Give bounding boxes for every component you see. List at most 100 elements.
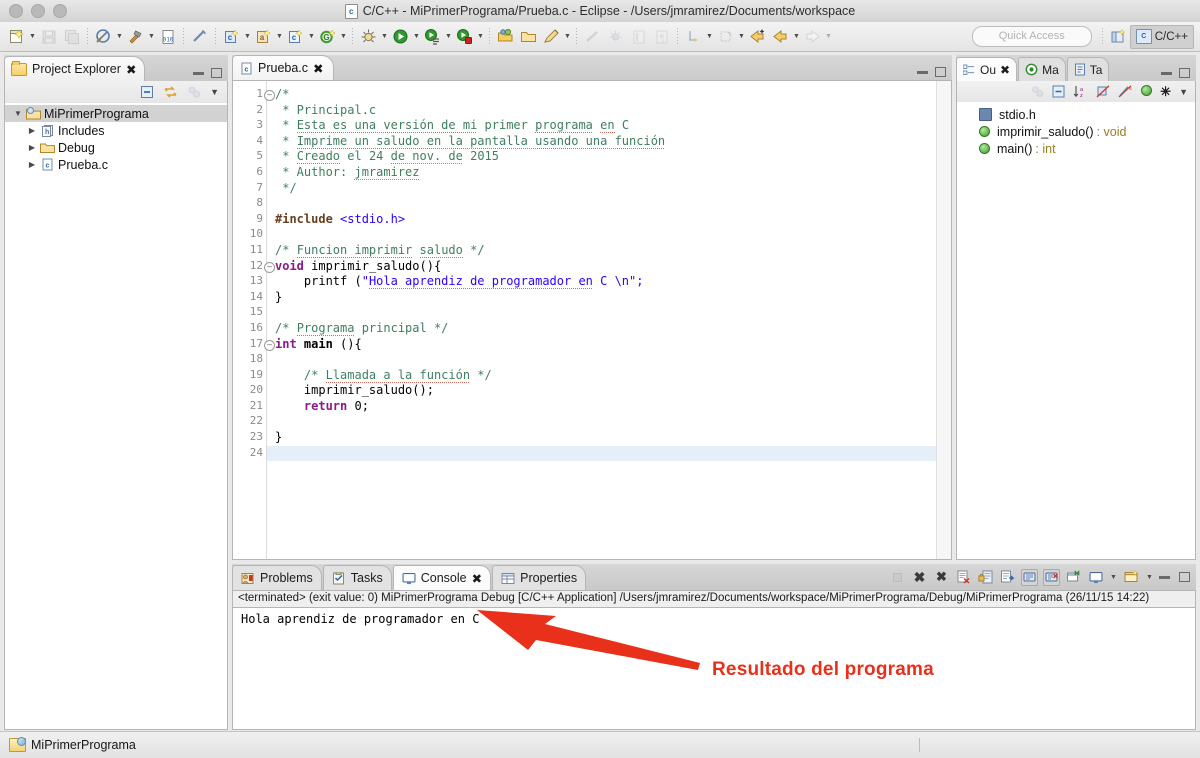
tree-item-prueba-c[interactable]: ▶ c Prueba.c [5,156,227,173]
view-menu-icon[interactable]: ▼ [210,87,219,97]
terminate-icon[interactable] [889,569,906,586]
display-console-dropdown-arrow[interactable]: ▼ [1109,567,1118,587]
tree-item-debug[interactable]: ▶ Debug [5,139,227,156]
new-c-file-icon[interactable]: c [285,26,306,47]
display-selected-console-icon[interactable] [1087,569,1104,586]
code-line[interactable]: /* Funcion imprimir saludo */ [275,242,951,259]
code-line[interactable]: * Author: jmramirez [275,164,951,181]
code-line[interactable]: /* Llamada a la función */ [275,367,951,384]
show-console-on-error-icon[interactable] [1043,568,1060,586]
code-line[interactable]: } [275,430,951,446]
run-icon[interactable] [390,26,411,47]
tab-prueba-c[interactable]: c Prueba.c ✖ [232,55,334,80]
forward-dropdown-arrow[interactable]: ▼ [824,27,833,47]
pin-console-icon[interactable] [1065,569,1082,586]
open-console-dropdown-arrow[interactable]: ▼ [1145,567,1154,587]
code-line[interactable]: } [275,290,951,306]
open-folder-icon[interactable] [518,26,539,47]
new-class-icon[interactable]: G [317,26,338,47]
new-folder-dropdown-arrow[interactable]: ▼ [275,27,284,47]
code-line[interactable] [275,305,951,321]
code-line[interactable]: int main (){ [275,337,951,353]
code-line[interactable]: */ [275,181,951,197]
previous-annotation-dropdown-arrow[interactable]: ▼ [737,27,746,47]
close-icon[interactable]: ✖ [126,62,136,77]
code-line[interactable]: * Esta es una versión de mi primer progr… [275,118,951,134]
outline-tree[interactable]: stdio.h imprimir_saludo() : void main() … [956,102,1196,560]
hide-macros-icon[interactable]: ✳ [1160,84,1171,100]
minimize-icon[interactable] [1161,71,1172,75]
skip-breakpoints-icon[interactable] [582,26,603,47]
quick-access-input[interactable]: Quick Access [971,26,1092,47]
build-dropdown-arrow[interactable]: ▼ [147,27,156,47]
minimize-icon[interactable] [1159,575,1170,579]
debug-icon[interactable] [358,26,379,47]
run-dropdown-arrow[interactable]: ▼ [412,27,421,47]
hide-nonpublic-icon[interactable] [1141,84,1153,99]
twisty-icon[interactable]: ▶ [25,126,39,135]
twisty-icon[interactable]: ▶ [25,143,39,152]
code-line[interactable]: /* Programa principal */ [275,320,951,337]
code-line[interactable]: * Imprime un saludo en la pantalla usand… [275,133,951,150]
maximize-icon[interactable] [211,68,222,78]
last-edit-location-icon[interactable] [747,26,768,47]
editor-body[interactable]: 1–2 3 4 5 6 7 8 9 10 11 12–13 14 15 16 17–18 19 20 21 22 23… [232,80,952,560]
search-pencil-icon[interactable] [541,26,562,47]
tab-problems[interactable]: Problems [232,565,322,590]
code-line[interactable]: printf ("Hola aprendiz de programador en… [275,274,951,290]
tab-tasks[interactable]: Tasks [322,565,392,590]
perspective-switcher-cpp[interactable]: C C/C++ [1129,24,1194,49]
next-annotation-icon[interactable] [683,26,704,47]
sort-icon[interactable]: az [1073,85,1088,98]
save-all-icon[interactable] [61,26,82,47]
link-with-editor-icon[interactable] [163,85,178,99]
maximize-icon[interactable] [935,67,946,77]
clean-icon[interactable] [189,26,210,47]
code-line[interactable] [275,414,951,430]
word-wrap-icon[interactable] [999,569,1016,586]
twisty-icon[interactable]: ▶ [25,160,39,169]
toggle-mark-icon[interactable] [628,26,649,47]
code-line[interactable]: return 0; [275,399,951,415]
run-external-dropdown-arrow[interactable]: ▼ [444,27,453,47]
new-c-project-dropdown-arrow[interactable]: ▼ [243,27,252,47]
open-perspective-icon[interactable] [1108,26,1129,47]
profile-dropdown-arrow[interactable]: ▼ [476,27,485,47]
code-line[interactable]: * Principal.c [275,103,951,119]
new-c-file-dropdown-arrow[interactable]: ▼ [307,27,316,47]
next-annotation-dropdown-arrow[interactable]: ▼ [705,27,714,47]
new-class-dropdown-arrow[interactable]: ▼ [339,27,348,47]
code-line[interactable]: #include <stdio.h> [275,212,951,228]
maximize-icon[interactable] [1179,572,1190,582]
hide-fields-icon[interactable] [1096,85,1110,98]
code-line[interactable]: * Creado el 24 de nov. de 2015 [275,149,951,165]
hide-static-icon[interactable]: s [1118,85,1133,98]
close-icon[interactable]: ✖ [472,571,482,586]
collapse-all-icon[interactable] [140,85,154,99]
tree-item-miprimerprograma[interactable]: ▼ MiPrimerPrograma [5,105,227,122]
close-icon[interactable]: ✖ [313,61,323,76]
twisty-icon[interactable]: ▼ [11,109,25,118]
new-c-project-icon[interactable]: c [221,26,242,47]
close-icon[interactable]: ✖ [1000,63,1010,77]
back-icon[interactable] [770,26,791,47]
outline-item-imprimir-saludo[interactable]: imprimir_saludo() : void [957,123,1195,140]
focus-task-icon[interactable] [1031,85,1044,98]
project-explorer-tree[interactable]: ▼ MiPrimerPrograma ▶ h Includes ▶ Debug … [4,103,228,730]
new-wizard-dropdown-arrow[interactable]: ▼ [28,27,37,47]
code-line[interactable] [275,352,951,368]
outline-item-stdio-h[interactable]: stdio.h [957,106,1195,123]
binary-010-icon[interactable]: 010 [157,26,178,47]
back-dropdown-arrow[interactable]: ▼ [792,27,801,47]
view-menu-icon[interactable]: ▼ [1179,87,1188,97]
maximize-icon[interactable] [1179,68,1190,78]
collapse-all-icon[interactable] [1052,85,1065,98]
new-wizard-icon[interactable] [6,26,27,47]
show-whitespace-icon[interactable]: ¶ [651,26,672,47]
remove-launch-icon[interactable]: ✖ [911,569,928,586]
forward-icon[interactable] [802,26,823,47]
code-line[interactable]: /* [275,87,951,103]
minimize-icon[interactable] [193,71,204,75]
code-line[interactable]: void imprimir_saludo(){ [275,259,951,275]
tree-item-includes[interactable]: ▶ h Includes [5,122,227,139]
